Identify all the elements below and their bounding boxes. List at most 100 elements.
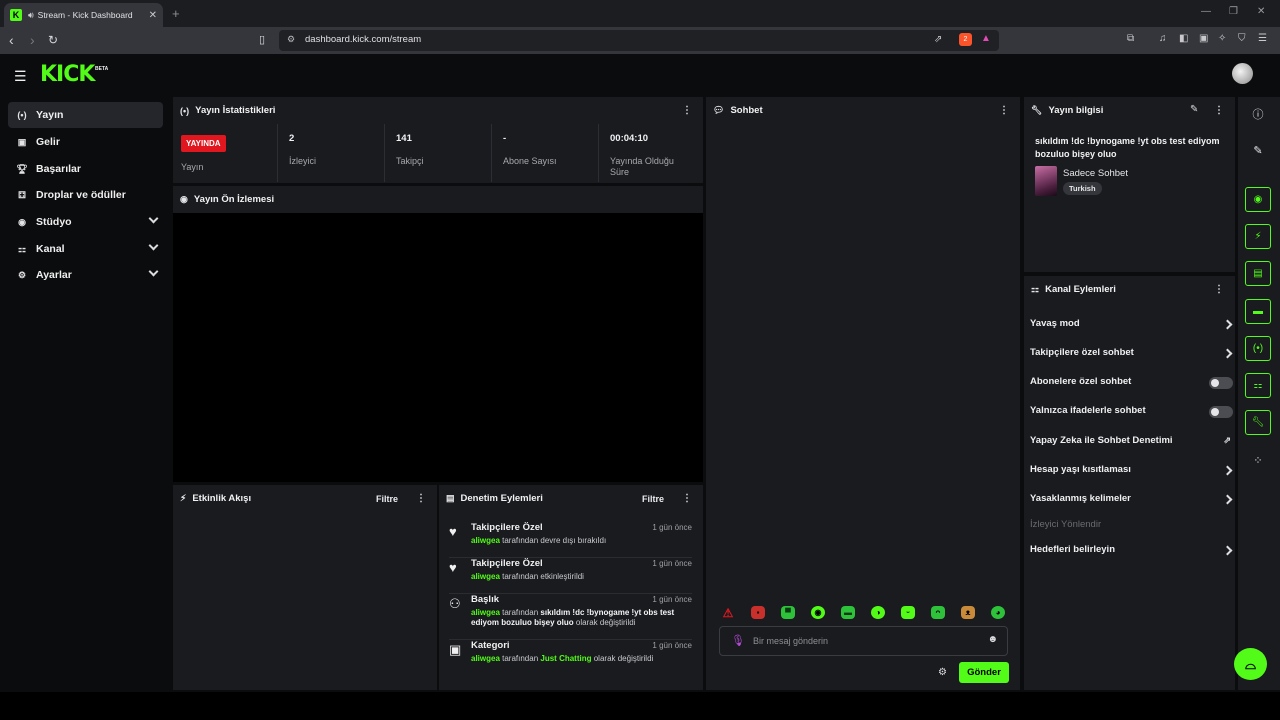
more-options-icon[interactable]: ⋮ [682,105,692,116]
mod-action-user[interactable]: aliwgea [471,536,500,545]
emote-clown-icon[interactable]: ◑ [871,606,885,619]
info-icon[interactable]: ⓘ [1245,101,1271,126]
filter-button[interactable]: Filtre [642,494,664,504]
emote-smile-icon[interactable]: ᵕ [901,606,915,619]
window-close-icon[interactable]: ✕ [1257,6,1265,17]
category-thumbnail[interactable] [1035,166,1057,196]
channel-icon: ⚏ [1031,284,1040,294]
rail-lightning-icon[interactable]: ⚡︎ [1245,224,1271,249]
banned-words-row[interactable]: Yasaklanmış kelimeler [1030,493,1233,513]
mod-action-item: ♥ Takipçilere Özel 1 gün önce aliwgea ta… [449,558,692,594]
subscribers-only-toggle[interactable] [1209,377,1233,389]
stat-value: - [503,133,507,144]
ai-moderation-row[interactable]: Yapay Zeka ile Sohbet Denetimi ⇗ [1030,435,1233,455]
reader-icon[interactable]: ◧ [1179,33,1188,44]
emote-blob-icon[interactable]: ▬ [841,606,855,619]
mod-action-user[interactable]: aliwgea [471,572,500,581]
emoji-icon[interactable]: ☻ [987,634,998,645]
rail-channel-icon[interactable]: ⚏ [1245,373,1271,398]
brave-shields-icon[interactable]: 2 [959,33,972,46]
camera-icon: ◉ [180,194,188,204]
sidebar-item-ayarlar[interactable]: ⚙ Ayarlar [8,262,163,288]
mod-action-title: Kategori [471,640,510,651]
vpn-icon[interactable]: ⛉ [1238,33,1246,44]
edit-icon[interactable]: ✎ [1245,138,1271,163]
sidebar-panel-icon[interactable]: ⧉ [1127,33,1134,44]
stat-followers: 141 Takipçi [384,124,491,182]
kick-logo[interactable]: KICK [40,62,95,87]
emote-face-icon[interactable]: ◉ [811,606,825,619]
user-avatar[interactable] [1232,63,1253,84]
more-options-icon[interactable]: ⋮ [1214,284,1224,295]
speaker-icon[interactable]: 🔊︎ [28,10,34,21]
filter-button[interactable]: Filtre [376,494,398,504]
edit-pencil-icon[interactable]: ✎ [1190,104,1198,115]
set-goals-row[interactable]: Hedefleri belirleyin [1030,544,1233,564]
sidebar-item-label: Ayarlar [36,269,72,281]
hamburger-menu-icon[interactable]: ☰ [14,68,27,85]
action-label: Hesap yaşı kısıtlaması [1030,464,1131,475]
rail-document-icon[interactable]: ▤ [1245,261,1271,286]
new-tab-button[interactable]: + [172,6,180,21]
forward-icon[interactable]: › [30,32,35,48]
share-icon[interactable]: ⇗ [934,34,942,45]
sidebar-item-studyo[interactable]: ◉ Stüdyo [8,209,163,235]
action-label: Yalnızca ifadelerle sohbet [1030,405,1146,416]
rail-broadcast-icon[interactable]: (•) [1245,336,1271,361]
sidebar-item-kanal[interactable]: ⚏ Kanal [8,236,163,262]
sidebar-item-label: Droplar ve ödüller [36,189,126,201]
emote-cowboy-icon[interactable]: ᴥ [961,606,975,619]
emote-angry-icon[interactable]: ▪ [751,606,765,619]
more-options-icon[interactable]: ⋮ [1214,105,1224,116]
music-icon[interactable]: ♫ [1159,33,1167,44]
slow-mode-row[interactable]: Yavaş mod [1030,318,1233,338]
rail-chat-icon[interactable]: ▬ [1245,299,1271,324]
site-settings-icon[interactable]: ⚙ [287,34,295,45]
more-options-icon[interactable]: ⋮ [682,493,692,504]
followers-only-row[interactable]: Takipçilere özel sohbet [1030,347,1233,367]
mod-action-user[interactable]: aliwgea [471,654,500,663]
video-preview[interactable] [173,213,703,482]
chat-settings-icon[interactable]: ⚙ [938,667,947,678]
wallet-toolbar-icon[interactable]: ▣ [1199,33,1208,44]
rail-camera-icon[interactable]: ◉ [1245,187,1271,212]
add-widget-icon[interactable]: ⁘ [1245,448,1271,473]
more-options-icon[interactable]: ⋮ [999,105,1009,116]
back-icon[interactable]: ‹ [9,32,14,48]
support-headset-icon[interactable]: ⌓ [1234,648,1267,680]
send-button[interactable]: Gönder [959,662,1009,683]
chat-input[interactable]: 🎙︎ Bir mesaj gönderin ☻ [719,626,1008,656]
sidebar-item-gelir[interactable]: ▣ Gelir [8,129,163,155]
sidebar-item-basarilar[interactable]: 🏆︎ Başarılar [8,156,163,182]
address-bar[interactable]: ⚙ dashboard.kick.com/stream ⇗ 2 ▲ [279,30,999,51]
restore-icon[interactable]: ❐ [1229,6,1238,17]
emote-bucket-icon[interactable]: ▀ [781,606,795,619]
warning-emote-icon[interactable]: ⚠ [721,606,735,620]
category-name[interactable]: Sadece Sohbet [1063,168,1128,179]
minimize-icon[interactable]: — [1201,6,1211,17]
sidebar-item-droplar[interactable]: ⚃ Droplar ve ödüller [8,182,163,208]
channel-actions-header: ⚏ Kanal Eylemleri [1024,276,1235,303]
account-age-row[interactable]: Hesap yaşı kısıtlaması [1030,464,1233,484]
tab-close-icon[interactable]: ✕ [149,10,157,21]
reload-icon[interactable]: ↻ [48,33,58,47]
mod-action-user[interactable]: aliwgea [471,608,500,617]
browser-tab[interactable]: K 🔊︎ Stream - Kick Dashboard ✕ [4,3,163,27]
emote-only-toggle[interactable] [1209,406,1233,418]
heart-icon: ♥ [449,524,457,539]
sidebar-item-label: Başarılar [36,163,81,175]
sidebar-item-yayin[interactable]: (•) Yayın [8,102,163,128]
emote-laugh-icon[interactable]: ◕ [991,606,1005,619]
chat-messages[interactable] [706,124,1020,604]
page-bottom [0,692,1280,720]
brave-rewards-icon[interactable]: ▲ [981,33,991,44]
emote-ghost-icon[interactable]: ᴖ [931,606,945,619]
microphone-icon[interactable]: 🎙︎ [731,634,745,647]
bookmark-icon[interactable]: ▯ [259,33,265,46]
menu-icon[interactable]: ☰ [1258,33,1267,44]
more-options-icon[interactable]: ⋮ [416,493,426,504]
mod-action-item: ⚇ Başlık 1 gün önce aliwgea tarafından s… [449,594,692,640]
leo-ai-icon[interactable]: ✧ [1218,33,1226,44]
stream-title-text: sıkıldım !dc !bynogame !yt obs test ediy… [1035,136,1220,159]
rail-wrench-icon[interactable]: 🔧︎ [1245,410,1271,435]
